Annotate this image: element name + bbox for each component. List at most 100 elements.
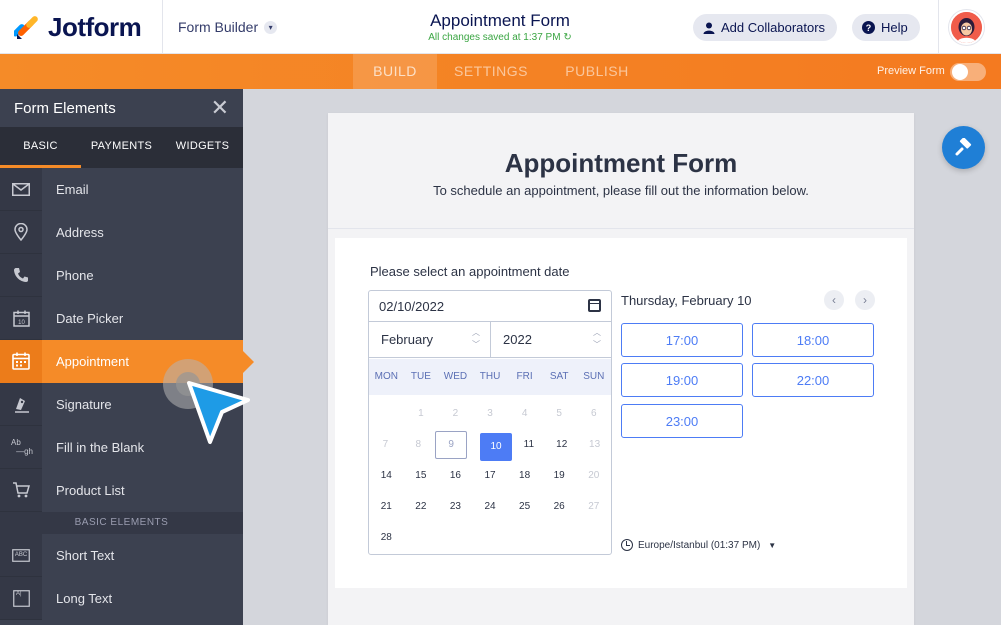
chevron-down-icon: ▾ <box>264 20 278 34</box>
add-collaborators-label: Add Collaborators <box>721 20 826 35</box>
jotform-logo[interactable]: Jotform <box>14 12 142 42</box>
fill-blank-icon-bottom: —gh <box>16 447 33 456</box>
time-slot-button[interactable]: 18:00 <box>752 323 874 357</box>
selected-date-heading: Thursday, February 10 <box>621 293 752 308</box>
weekday-label: MON <box>374 371 398 382</box>
element-label: Date Picker <box>56 311 124 326</box>
calendar-empty-cell <box>404 522 439 553</box>
form-elements-panel: Form Elements ✕ BASIC PAYMENTS WIDGETS E… <box>0 89 254 625</box>
element-email[interactable]: Email <box>0 168 243 211</box>
element-date-picker[interactable]: 10 Date Picker <box>0 297 243 340</box>
tab-widgets[interactable]: WIDGETS <box>162 127 243 168</box>
calendar-day[interactable]: 14 <box>369 460 404 491</box>
save-status: All changes saved at 1:37 PM ↻ <box>400 32 600 43</box>
calendar-icon[interactable] <box>588 299 601 312</box>
calendar-day[interactable]: 11 <box>512 429 545 460</box>
element-label: Email <box>56 182 89 197</box>
calendar-day: 4 <box>507 398 542 429</box>
calendar-day[interactable]: 24 <box>473 491 508 522</box>
element-label: Signature <box>56 397 112 412</box>
calendar-empty-cell <box>542 522 577 553</box>
calendar-day[interactable]: 25 <box>507 491 542 522</box>
calendar-week-row: 7 8 9 10 11 12 13 <box>369 429 611 461</box>
calendar-day: 27 <box>576 491 611 522</box>
timezone-label: Europe/Istanbul (01:37 PM) <box>638 539 761 551</box>
form-subheading[interactable]: To schedule an appointment, please fill … <box>328 183 914 198</box>
timezone-selector[interactable]: Europe/Istanbul (01:37 PM) ▼ <box>621 539 776 551</box>
time-slot-button[interactable]: 17:00 <box>621 323 743 357</box>
calendar-day-number: 10 <box>480 432 512 461</box>
panel-header: Form Elements ✕ <box>0 89 243 127</box>
calendar-day[interactable]: 17 <box>473 460 508 491</box>
calendar-day: 13 <box>578 429 611 460</box>
tab-publish[interactable]: PUBLISH <box>551 54 643 89</box>
calendar-day[interactable]: 23 <box>438 491 473 522</box>
header-form-title[interactable]: Appointment Form <box>400 11 600 31</box>
fill-blank-icon-top: Ab <box>11 438 21 447</box>
calendar-day[interactable]: 19 <box>542 460 577 491</box>
element-product-list[interactable]: Product List <box>0 469 243 512</box>
avatar[interactable] <box>949 10 984 45</box>
time-slot-button[interactable]: 23:00 <box>621 404 743 438</box>
calendar-day: 20 <box>576 460 611 491</box>
preview-form-toggle[interactable] <box>950 63 986 81</box>
calendar-day-number <box>439 524 471 552</box>
calendar-day-number <box>578 524 610 552</box>
calendar-day[interactable]: 12 <box>545 429 578 460</box>
calendar-icon: 10 <box>0 297 42 340</box>
calendar-day[interactable]: 18 <box>507 460 542 491</box>
weekday-label: SUN <box>583 371 605 382</box>
calendar-day-number: 1 <box>418 408 424 419</box>
month-year-selects: February ︿ ﹀ 2022 ︿ ﹀ <box>369 322 611 358</box>
element-label: Short Text <box>56 548 115 563</box>
divider <box>328 228 914 229</box>
calendar-day[interactable]: 21 <box>369 491 404 522</box>
question-label: Please select an appointment date <box>370 264 570 279</box>
prev-day-button[interactable]: ‹ <box>824 290 844 310</box>
panel-title: Form Elements <box>14 99 116 117</box>
short-text-icon-glyph: ABC <box>14 552 28 558</box>
weekday-label: WED <box>443 371 468 382</box>
calendar-day[interactable]: 26 <box>542 491 577 522</box>
help-button[interactable]: ? Help <box>852 14 920 41</box>
close-icon[interactable]: ✕ <box>211 97 229 119</box>
month-select[interactable]: February ︿ ﹀ <box>369 322 491 357</box>
calendar-day-number: 13 <box>589 439 601 450</box>
next-day-button[interactable]: › <box>855 290 875 310</box>
calendar-day[interactable]: 10 <box>468 429 513 464</box>
element-short-text[interactable]: ABC Short Text <box>0 534 243 577</box>
tab-basic[interactable]: BASIC <box>0 127 81 168</box>
year-select[interactable]: 2022 ︿ ﹀ <box>491 322 611 357</box>
element-label: Address <box>56 225 104 240</box>
tab-settings[interactable]: SETTINGS <box>441 54 541 89</box>
calendar-day-number: 9 <box>435 430 468 459</box>
element-label: Product List <box>56 483 125 498</box>
calendar-day[interactable]: 22 <box>404 491 439 522</box>
calendar-day[interactable]: 9 <box>435 429 468 460</box>
time-slot-button[interactable]: 19:00 <box>621 363 743 397</box>
form-title-block: Appointment Form All changes saved at 1:… <box>400 11 600 43</box>
time-slot-button[interactable]: 22:00 <box>752 363 874 397</box>
add-collaborators-button[interactable]: Add Collaborators <box>693 14 838 41</box>
tab-build[interactable]: BUILD <box>353 54 437 89</box>
element-phone[interactable]: Phone <box>0 254 243 297</box>
refresh-icon: ↻ <box>563 32 572 43</box>
long-text-icon: A| <box>0 577 42 620</box>
date-value: 02/10/2022 <box>379 299 445 314</box>
calendar-day[interactable]: 16 <box>438 460 473 491</box>
calendar-day[interactable]: 15 <box>404 460 439 491</box>
element-long-text[interactable]: A| Long Text <box>0 577 243 620</box>
calendar-day[interactable]: 28 <box>369 522 404 553</box>
calendar-week-row: 28 <box>369 522 611 553</box>
tab-payments[interactable]: PAYMENTS <box>81 127 162 168</box>
form-builder-label: Form Builder <box>178 19 259 35</box>
form-builder-dropdown[interactable]: Form Builder ▾ <box>178 19 278 35</box>
form-heading[interactable]: Appointment Form <box>328 148 914 179</box>
element-address[interactable]: Address <box>0 211 243 254</box>
form-designer-button[interactable] <box>942 126 985 169</box>
calendar-day-number: 8 <box>415 439 422 450</box>
date-input[interactable]: 02/10/2022 <box>369 291 611 322</box>
calendar-day-number <box>370 400 402 428</box>
envelope-icon <box>0 168 42 211</box>
calendar-day: 1 <box>404 398 439 429</box>
